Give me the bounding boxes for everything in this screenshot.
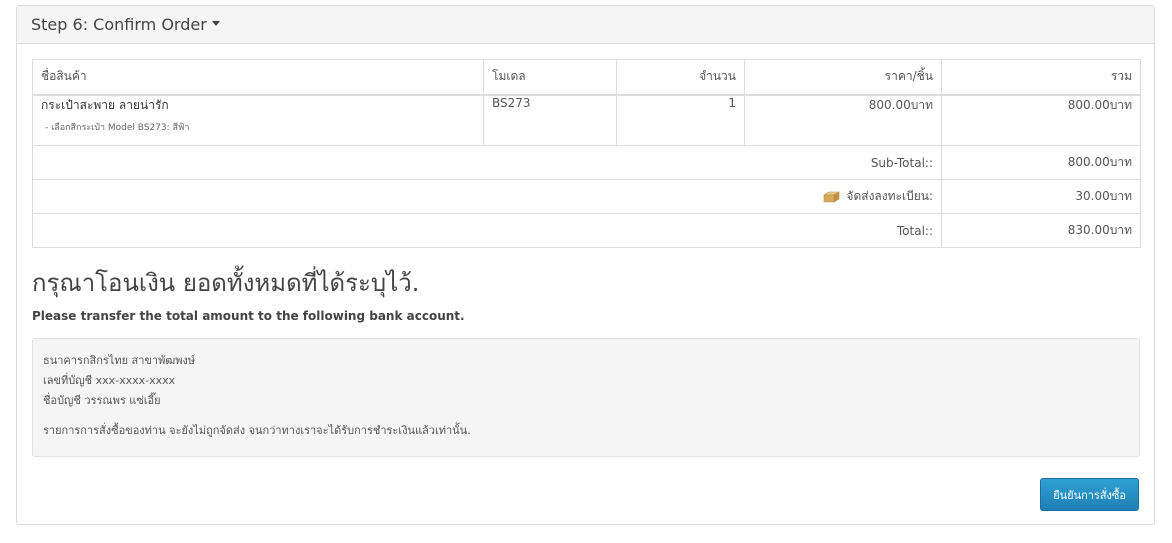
col-header-price: ราคา/ชิ้น	[744, 59, 942, 96]
shipping-label: จัดส่งลงทะเบียน:	[846, 189, 933, 203]
bank-note: รายการการสั่งซื้อของท่าน จะยังไม่ถูกจัดส…	[43, 424, 471, 437]
bank-name: ธนาคารกสิกรไทย สาขาพัฒพงษ์	[43, 354, 196, 367]
bank-account-name: ชื่อบัญชี วรรณพร แซ่เอี๊ย	[43, 394, 161, 407]
col-header-model: โมเดล	[483, 59, 617, 96]
subtotal-value: 800.00บาท	[941, 145, 1141, 180]
col-header-total: รวม	[941, 59, 1141, 96]
panel-title[interactable]: Step 6: Confirm Order	[31, 15, 207, 34]
shipping-row: จัดส่งลงทะเบียน: 30.00บาท	[32, 179, 1141, 214]
total-cell: 800.00บาท	[941, 94, 1141, 146]
price-cell: 800.00บาท	[744, 94, 942, 146]
panel-heading[interactable]: Step 6: Confirm Order	[17, 6, 1154, 44]
table-header-row: ชื่อสินค้า โมเดล จำนวน ราคา/ชิ้น รวม	[32, 59, 1141, 96]
table-row: กระเป๋าสะพาย ลายน่ารัก - เลือกสีกระเป๋า …	[32, 94, 1141, 146]
quantity-cell: 1	[616, 94, 745, 146]
bank-account-number: เลขที่บัญชี xxx-xxxx-xxxx	[43, 374, 176, 387]
total-row: Total:: 830.00บาท	[32, 213, 1141, 248]
total-value: 830.00บาท	[941, 213, 1141, 248]
col-header-name: ชื่อสินค้า	[32, 59, 484, 96]
confirm-order-panel: Step 6: Confirm Order ชื่อสินค้า โมเดล จ…	[16, 5, 1155, 525]
caret-down-icon[interactable]	[211, 21, 220, 26]
confirm-order-button[interactable]: ยืนยันการสั่งซื้อ	[1040, 478, 1139, 511]
order-table: ชื่อสินค้า โมเดล จำนวน ราคา/ชิ้น รวม กระ…	[32, 59, 1141, 248]
total-label: Total::	[32, 213, 942, 248]
subtotal-row: Sub-Total:: 800.00บาท	[32, 145, 1141, 180]
shipping-label-cell: จัดส่งลงทะเบียน:	[32, 179, 942, 214]
product-cell: กระเป๋าสะพาย ลายน่ารัก - เลือกสีกระเป๋า …	[32, 94, 484, 146]
bank-transfer-subtitle: Please transfer the total amount to the …	[32, 309, 465, 323]
product-name-link[interactable]: กระเป๋าสะพาย ลายน่ารัก	[41, 96, 475, 115]
box-icon	[823, 190, 841, 203]
subtotal-label: Sub-Total::	[32, 145, 942, 180]
col-header-quantity: จำนวน	[616, 59, 745, 96]
model-cell: BS273	[483, 94, 617, 146]
shipping-value: 30.00บาท	[941, 179, 1141, 214]
bank-transfer-title: กรุณาโอนเงิน ยอดทั้งหมดที่ได้ระบุไว้.	[32, 269, 420, 297]
product-option: - เลือกสีกระเป๋า Model BS273: สีฟ้า	[45, 122, 190, 133]
bank-info-box: ธนาคารกสิกรไทย สาขาพัฒพงษ์ เลขที่บัญชี x…	[32, 338, 1140, 457]
